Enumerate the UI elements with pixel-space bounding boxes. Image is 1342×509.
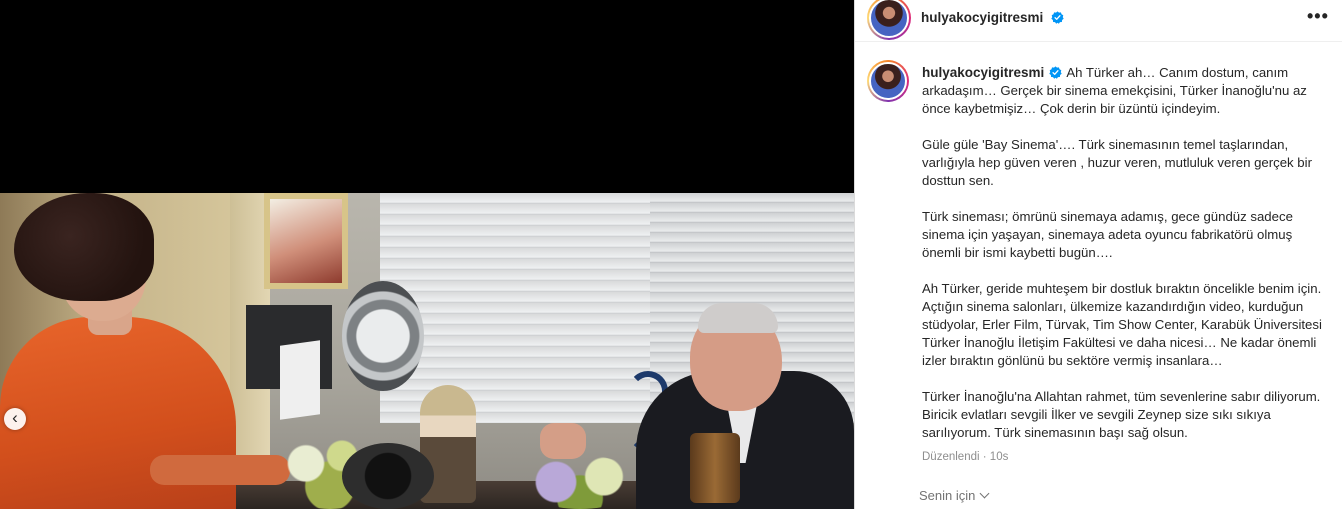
caption-paragraph: Türk sineması; ömrünü sinemaya adamış, g… bbox=[922, 209, 1293, 260]
post-header: hulyakocyigitresmi ••• bbox=[855, 0, 1342, 42]
more-options-icon[interactable]: ••• bbox=[1307, 6, 1329, 27]
photo-paper bbox=[280, 340, 320, 420]
post-caption: hulyakocyigitresmi Ah Türker ah… Canım do… bbox=[922, 64, 1328, 460]
photo-woman-hair bbox=[14, 193, 154, 301]
photo-woman-arm bbox=[150, 455, 290, 485]
post-sidebar: hulyakocyigitresmi ••• hulyakocyigitresm… bbox=[854, 0, 1342, 509]
edited-label: Düzenlendi bbox=[922, 451, 980, 463]
caption-meta: Düzenlendi · 10s bbox=[922, 451, 1008, 463]
meta-separator: · bbox=[982, 451, 987, 463]
verified-badge-icon bbox=[1049, 66, 1062, 79]
for-you-dropdown[interactable]: Senin için bbox=[919, 488, 990, 503]
caption-paragraph: Güle güle 'Bay Sinema'…. Türk sinemasını… bbox=[922, 137, 1312, 188]
caption-paragraph: Ah Türker, geride muhteşem bir dostluk b… bbox=[922, 281, 1322, 368]
chevron-left-icon: ‹ bbox=[12, 408, 18, 427]
username-link[interactable]: hulyakocyigitresmi bbox=[921, 10, 1043, 25]
verified-badge-icon bbox=[1051, 11, 1064, 24]
carousel-prev-button[interactable]: ‹ bbox=[4, 408, 26, 430]
photo-flowers-right bbox=[520, 455, 640, 509]
timestamp[interactable]: 10s bbox=[990, 451, 1009, 463]
caption-paragraph: Türker İnanoğlu'na Allahtan rahmet, tüm … bbox=[922, 389, 1321, 440]
for-you-label: Senin için bbox=[919, 488, 976, 503]
photo-man-hair bbox=[698, 303, 778, 333]
photo-camera-lens bbox=[342, 443, 434, 509]
photo-man-hand bbox=[540, 423, 586, 459]
avatar[interactable] bbox=[867, 0, 911, 40]
photo-desk-clock bbox=[690, 433, 740, 503]
photo-painting bbox=[264, 193, 348, 289]
chevron-down-icon bbox=[979, 488, 990, 499]
caption-avatar-image bbox=[869, 62, 907, 100]
caption-paragraph: hulyakocyigitresmi Ah Türker ah… Canım do… bbox=[922, 64, 1328, 118]
post-photo bbox=[0, 193, 854, 509]
header-username-row: hulyakocyigitresmi bbox=[921, 9, 1064, 27]
post-media[interactable]: ‹ bbox=[0, 0, 854, 509]
avatar-image bbox=[869, 0, 909, 38]
photo-spotlight bbox=[342, 281, 424, 391]
caption-avatar[interactable] bbox=[867, 60, 909, 102]
caption-username-link[interactable]: hulyakocyigitresmi bbox=[922, 65, 1044, 80]
